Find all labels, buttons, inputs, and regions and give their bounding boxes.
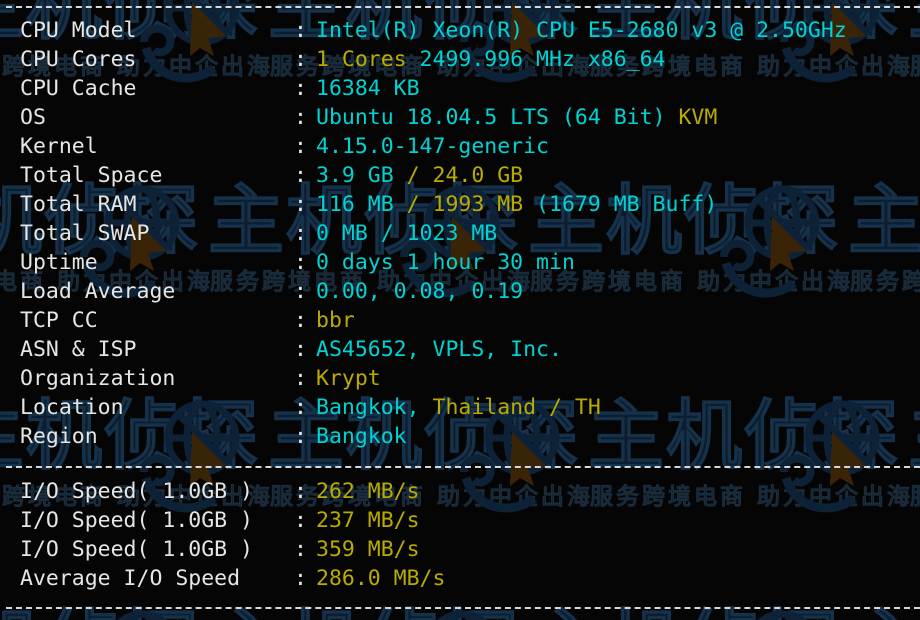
info-label: CPU Model: [20, 18, 137, 43]
info-value: 3.9 GB / 24.0 GB: [316, 161, 523, 190]
value-segment: KVM: [678, 105, 718, 130]
info-value: 359 MB/s: [316, 535, 420, 564]
info-colon: :: [294, 566, 307, 591]
info-label: I/O Speed( 1.0GB ): [20, 537, 253, 562]
info-value: Ubuntu 18.04.5 LTS (64 Bit) KVM: [316, 103, 717, 132]
info-label: Total Space: [20, 163, 163, 188]
value-segment: 1 Cores: [316, 47, 407, 72]
info-label: Total RAM: [20, 192, 137, 217]
info-value: 4.15.0-147-generic: [316, 132, 549, 161]
value-segment: / 24.0 GB: [406, 163, 524, 188]
info-colon: :: [294, 279, 307, 304]
value-segment: 4.15.0-147-generic: [316, 134, 549, 159]
info-value: 0.00, 0.08, 0.19: [316, 277, 523, 306]
info-value: AS45652, VPLS, Inc.: [316, 335, 562, 364]
info-label: Organization: [20, 366, 176, 391]
info-value: Bangkok, Thailand / TH: [316, 393, 601, 422]
value-segment: 262 MB/s: [316, 479, 420, 504]
info-colon: :: [294, 192, 307, 217]
value-segment: bbr: [316, 308, 355, 333]
info-label: CPU Cores: [20, 47, 137, 72]
info-label: OS: [20, 105, 46, 130]
value-segment: Thailand / TH: [432, 395, 601, 420]
info-colon: :: [294, 308, 307, 333]
separator-top: [6, 6, 920, 8]
info-value: Bangkok: [316, 422, 407, 451]
info-label: TCP CC: [20, 308, 98, 333]
info-colon: :: [294, 163, 307, 188]
value-segment: Ubuntu 18.04.5 LTS (64 Bit): [316, 105, 679, 130]
value-segment: 0 days 1 hour 30 min: [316, 250, 575, 275]
value-segment: Intel(R) Xeon(R) CPU E5-2680 v3 @ 2.50GH…: [316, 18, 847, 43]
info-label: Region: [20, 424, 98, 449]
info-colon: :: [294, 395, 307, 420]
value-segment: 359 MB/s: [316, 537, 420, 562]
value-segment: 16384 KB: [316, 76, 420, 101]
info-value: 0 days 1 hour 30 min: [316, 248, 575, 277]
value-segment: Krypt: [316, 366, 381, 391]
info-colon: :: [294, 508, 307, 533]
info-value: Intel(R) Xeon(R) CPU E5-2680 v3 @ 2.50GH…: [316, 16, 847, 45]
value-segment: 0 MB / 1023 MB: [316, 221, 498, 246]
info-colon: :: [294, 424, 307, 449]
info-value: 16384 KB: [316, 74, 420, 103]
value-segment: (1679 MB Buff): [523, 192, 718, 217]
info-label: I/O Speed( 1.0GB ): [20, 508, 253, 533]
info-colon: :: [294, 18, 307, 43]
value-segment: AS45652, VPLS, Inc.: [316, 337, 562, 362]
info-colon: :: [294, 221, 307, 246]
info-colon: :: [294, 337, 307, 362]
info-colon: :: [294, 250, 307, 275]
info-label: Load Average: [20, 279, 176, 304]
terminal-window: 主机侦探服务跨境电商 助力中企出海主机侦探服务跨境电商 助力中企出海主机侦探服务…: [0, 0, 920, 620]
info-label: ASN & ISP: [20, 337, 137, 362]
value-segment: Bangkok: [316, 424, 407, 449]
value-segment: Bangkok,: [316, 395, 433, 420]
info-label: Total SWAP: [20, 221, 150, 246]
info-colon: :: [294, 105, 307, 130]
info-colon: :: [294, 537, 307, 562]
value-segment: 237 MB/s: [316, 508, 420, 533]
info-value: 262 MB/s: [316, 477, 420, 506]
value-segment: 286.0 MB/s: [316, 566, 446, 591]
info-value: 116 MB / 1993 MB (1679 MB Buff): [316, 190, 717, 219]
info-colon: :: [294, 366, 307, 391]
info-label: CPU Cache: [20, 76, 137, 101]
info-colon: :: [294, 76, 307, 101]
info-colon: :: [294, 47, 307, 72]
info-value: 1 Cores 2499.996 MHz x86_64: [316, 45, 666, 74]
value-segment: 3.9 GB: [316, 163, 407, 188]
info-label: Average I/O Speed: [20, 566, 241, 591]
value-segment: 2499.996 MHz x86_64: [406, 47, 666, 72]
value-segment: 116 MB: [316, 192, 407, 217]
info-value: 0 MB / 1023 MB: [316, 219, 497, 248]
separator-bottom: [6, 607, 920, 609]
separator-middle: [6, 466, 920, 468]
info-value: 286.0 MB/s: [316, 564, 445, 593]
info-colon: :: [294, 134, 307, 159]
info-label: I/O Speed( 1.0GB ): [20, 479, 253, 504]
terminal-text-layer: CPU Model: Intel(R) Xeon(R) CPU E5-2680 v…: [0, 0, 920, 620]
value-segment: / 1993 MB: [406, 192, 524, 217]
info-label: Location: [20, 395, 124, 420]
info-label: Kernel: [20, 134, 98, 159]
info-value: bbr: [316, 306, 355, 335]
info-colon: :: [294, 479, 307, 504]
info-value: Krypt: [316, 364, 381, 393]
info-value: 237 MB/s: [316, 506, 420, 535]
value-segment: 0.00, 0.08, 0.19: [316, 279, 524, 304]
info-label: Uptime: [20, 250, 98, 275]
